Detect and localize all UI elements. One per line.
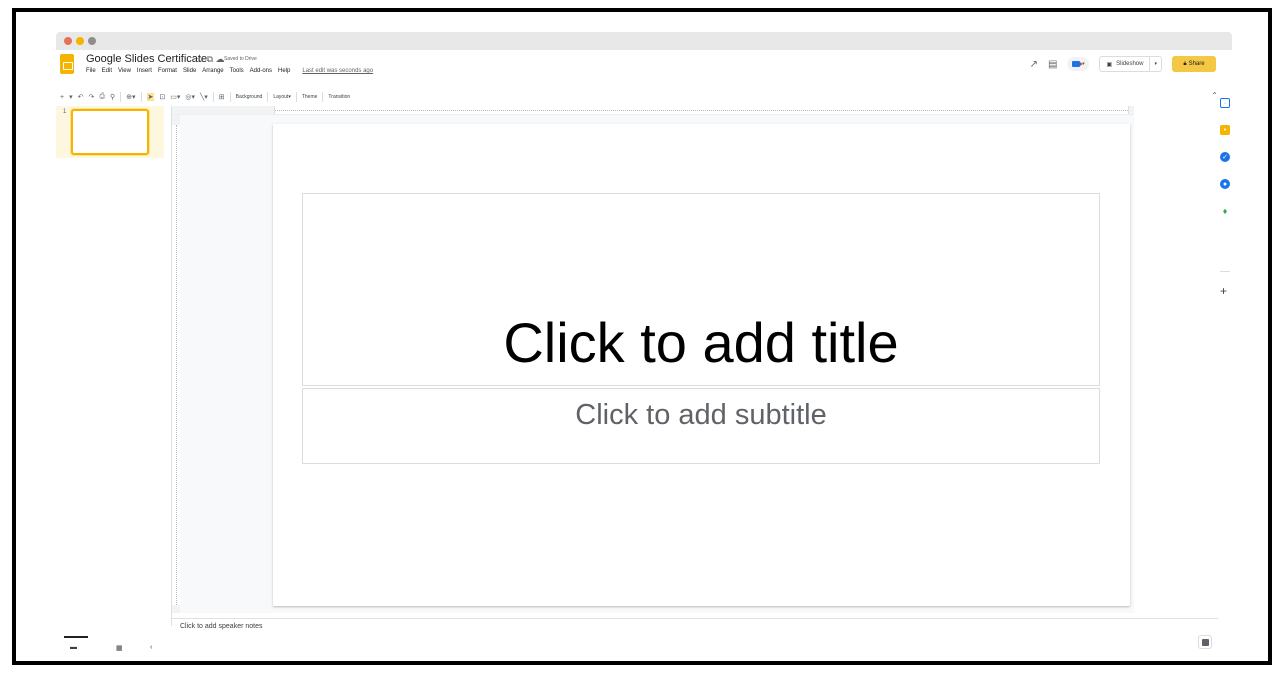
slide-canvas: Click to add title Click to add subtitle	[180, 115, 1134, 613]
menu-format[interactable]: Format	[158, 68, 177, 74]
meet-button[interactable]: ▾	[1067, 57, 1090, 71]
side-panel-divider	[1220, 271, 1230, 272]
slideshow-main[interactable]: ▣ Slideshow	[1100, 57, 1151, 71]
maps-icon[interactable]: ♦	[1220, 206, 1230, 216]
toolbar-divider	[120, 92, 122, 102]
get-add-ons-icon[interactable]: +	[1220, 284, 1227, 298]
close-window-button[interactable]	[64, 37, 72, 45]
slideshow-label: Slideshow	[1116, 61, 1144, 67]
new-slide-menu-icon[interactable]: ▾	[69, 93, 73, 101]
slide-thumbnail[interactable]	[71, 109, 149, 155]
comments-icon[interactable]: ▤	[1048, 59, 1057, 70]
layout-button[interactable]: Layout▾	[273, 94, 291, 100]
present-icon: ▣	[1106, 61, 1113, 68]
saved-status: Saved to Drive	[224, 56, 257, 62]
active-view-indicator	[64, 636, 88, 638]
paint-format-icon[interactable]: ⚲	[110, 93, 115, 101]
subtitle-placeholder-text: Click to add subtitle	[575, 399, 827, 431]
menu-insert[interactable]: Insert	[137, 68, 152, 74]
hide-filmstrip-icon[interactable]: ‹	[150, 644, 152, 651]
trend-icon[interactable]: ↗	[1030, 59, 1038, 70]
speaker-notes[interactable]: Click to add speaker notes	[172, 618, 1218, 661]
vertical-ruler	[172, 115, 180, 613]
menu-help[interactable]: Help	[278, 68, 290, 74]
side-panel: · • ✓ ● ♦ + ›	[1218, 88, 1232, 661]
subtitle-placeholder[interactable]: Click to add subtitle	[302, 388, 1100, 464]
toolbar-divider	[140, 92, 142, 102]
menu-file[interactable]: File	[86, 68, 96, 74]
redo-icon[interactable]: ↷	[88, 93, 94, 101]
menu-slide[interactable]: Slide	[183, 68, 196, 74]
slide[interactable]: Click to add title Click to add subtitle	[273, 124, 1130, 606]
share-label: Share	[1188, 61, 1205, 67]
move-to-folder-icon[interactable]: ⧉	[207, 54, 213, 64]
menu-view[interactable]: View	[118, 68, 131, 74]
print-icon[interactable]: ⎙	[99, 93, 105, 101]
slide-number: 1	[63, 109, 67, 115]
text-box-icon[interactable]: ⊡	[159, 93, 165, 101]
window-titlebar	[56, 32, 1232, 50]
last-edit-link[interactable]: Last edit was seconds ago	[302, 68, 373, 74]
menu-tools[interactable]: Tools	[230, 68, 244, 74]
slideshow-options-button[interactable]: ▾	[1150, 61, 1161, 67]
minimize-window-button[interactable]	[76, 37, 84, 45]
document-title[interactable]: Google Slides Certificate	[86, 53, 207, 65]
transition-button[interactable]: Transition	[328, 94, 350, 100]
ruler-active-area	[172, 125, 180, 605]
keep-icon[interactable]: •	[1220, 125, 1230, 135]
shape-icon[interactable]: ◎▾	[185, 93, 195, 101]
title-placeholder[interactable]: Click to add title	[302, 193, 1100, 386]
header-actions: ↗ ▤ ▾ ▣ Slideshow ▾ 🔒︎ Share	[1030, 56, 1216, 72]
calendar-icon[interactable]: ·	[1220, 98, 1230, 108]
meet-icon	[1072, 61, 1084, 67]
toolbar-divider	[212, 92, 214, 102]
view-switcher: ▬ ▦ ‹	[56, 632, 172, 661]
lock-icon: 🔒︎	[1183, 60, 1187, 67]
menu-bar: File Edit View Insert Format Slide Arran…	[86, 68, 373, 74]
share-button[interactable]: 🔒︎ Share	[1172, 56, 1216, 72]
menu-edit[interactable]: Edit	[102, 68, 112, 74]
theme-button[interactable]: Theme	[302, 94, 318, 100]
layout-label: Layout	[273, 94, 289, 100]
menu-add-ons[interactable]: Add-ons	[250, 68, 272, 74]
line-icon[interactable]: ╲▾	[200, 93, 208, 101]
tasks-icon[interactable]: ✓	[1220, 152, 1230, 162]
ruler-active-area	[274, 106, 1129, 114]
toolbar: + ▾ ↶ ↷ ⎙ ⚲ ⊕▾ ➤ ⊡ ▭▾ ◎▾ ╲▾ ⊞ Background…	[56, 88, 1216, 106]
new-slide-button[interactable]: +	[60, 94, 64, 101]
toolbar-divider	[267, 92, 269, 102]
toolbar-divider	[229, 92, 231, 102]
background-button[interactable]: Background	[236, 94, 263, 100]
screenshot-frame: Google Slides Certificate ☆ ⧉ ☁ Saved to…	[12, 8, 1272, 665]
grid-view-icon[interactable]: ▦	[116, 644, 123, 652]
contacts-icon[interactable]: ●	[1220, 179, 1230, 189]
title-placeholder-text: Click to add title	[503, 311, 899, 374]
filmstrip: 1	[56, 106, 172, 626]
slides-logo-icon[interactable]	[60, 54, 74, 74]
toolbar-divider	[322, 92, 324, 102]
select-tool-icon[interactable]: ➤	[146, 93, 155, 101]
speaker-notes-placeholder: Click to add speaker notes	[180, 623, 263, 630]
star-icon[interactable]: ☆	[196, 54, 204, 64]
filmstrip-view-icon[interactable]: ▬	[70, 644, 77, 651]
menu-arrange[interactable]: Arrange	[202, 68, 223, 74]
slideshow-button[interactable]: ▣ Slideshow ▾	[1099, 56, 1162, 72]
collapse-toolbar-icon[interactable]: ⌃	[1211, 91, 1218, 100]
title-icons: ☆ ⧉ ☁	[196, 54, 225, 65]
zoom-icon[interactable]: ⊕▾	[126, 93, 135, 101]
explore-button[interactable]	[1198, 635, 1212, 649]
toolbar-divider	[295, 92, 297, 102]
image-icon[interactable]: ▭▾	[170, 93, 180, 101]
maximize-window-button[interactable]	[88, 37, 96, 45]
undo-icon[interactable]: ↶	[78, 93, 84, 101]
comment-add-icon[interactable]: ⊞	[219, 93, 225, 101]
horizontal-ruler	[172, 106, 1134, 115]
slides-app: Google Slides Certificate ☆ ⧉ ☁ Saved to…	[56, 50, 1232, 661]
